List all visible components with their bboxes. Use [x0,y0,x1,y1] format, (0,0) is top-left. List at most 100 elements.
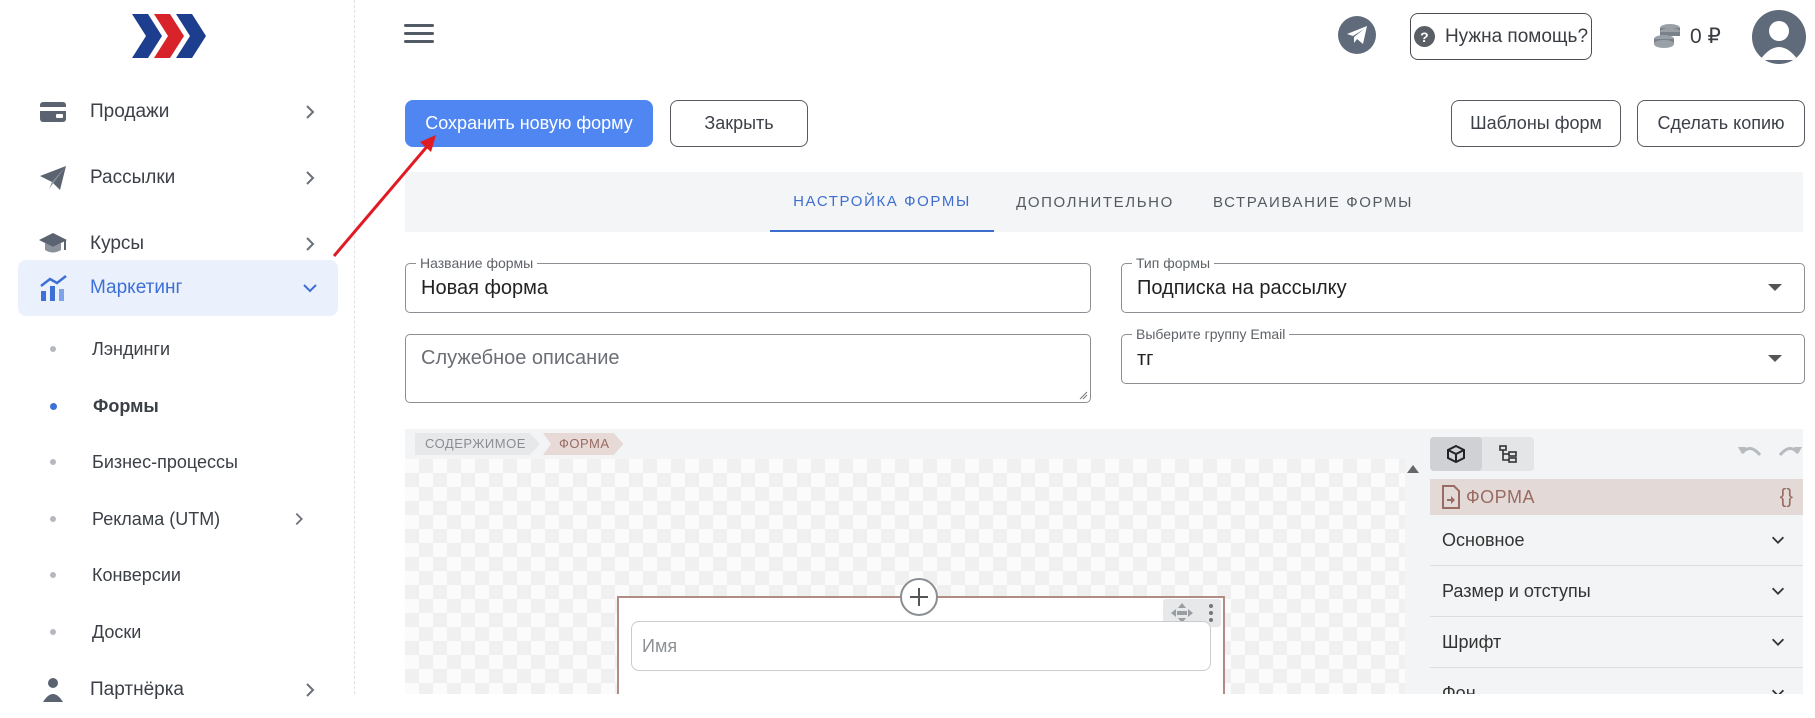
form-name-value: Новая форма [421,277,549,299]
users-icon [38,675,68,705]
chevron-down-icon [1771,587,1785,595]
sidebar-item-label: Рассылки [90,167,176,188]
sidebar-item-mailings[interactable]: Рассылки [18,150,338,206]
email-group-label: Выберите группу Email [1132,326,1290,342]
chevron-right-icon [306,105,315,119]
code-icon[interactable]: {} [1780,486,1793,509]
bullet-icon [50,516,56,522]
add-block-button[interactable] [900,578,938,616]
scroll-up-icon[interactable] [1407,465,1419,473]
dropdown-arrow-icon [1768,284,1782,291]
form-name-label: Название формы [416,255,538,271]
sidebar-subitem-label: Бизнес-процессы [92,451,238,472]
section-background[interactable]: Фон [1430,668,1803,694]
tab-layer-manager[interactable] [1482,437,1534,471]
bullet-icon [50,459,56,465]
section-basic[interactable]: Основное [1430,515,1803,566]
sidebar-item-marketing[interactable]: Маркетинг [18,260,338,316]
save-form-button[interactable]: Сохранить новую форму [405,100,653,147]
sidebar-item-label: Партнёрка [90,679,184,700]
tab-form-settings[interactable]: НАСТРОЙКА ФОРМЫ [770,172,994,232]
tab-embed-form[interactable]: ВСТРАИВАНИЕ ФОРМЫ [1205,172,1421,232]
sidebar-subitem-business-processes[interactable]: Бизнес-процессы [18,440,338,484]
form-editor: СОДЕРЖИМОЕ ФОРМА Имя ФОРМА {} Основное Р… [405,429,1803,694]
chevron-right-icon [306,237,315,251]
tab-bar: НАСТРОЙКА ФОРМЫ ДОПОЛНИТЕЛЬНО ВСТРАИВАНИ… [405,172,1803,232]
sidebar-subitem-label: Лэндинги [92,338,171,359]
close-button[interactable]: Закрыть [670,100,808,147]
section-size-spacing[interactable]: Размер и отступы [1430,566,1803,617]
sidebar-subitem-boards[interactable]: Доски [18,610,338,654]
sidebar-item-label: Курсы [90,233,145,254]
help-button-label: Нужна помощь? [1444,25,1589,47]
chevron-down-icon [1771,536,1785,544]
bullet-icon [50,346,56,352]
email-group-select[interactable]: Выберите группу Email тг [1121,326,1805,384]
user-avatar-icon [1760,21,1798,60]
section-label: Размер и отступы [1442,580,1591,601]
email-group-value: тг [1137,348,1154,370]
selected-component-header: ФОРМА {} [1430,479,1803,515]
layers-tree-icon [1499,445,1517,463]
paper-plane-icon [38,163,68,193]
more-vertical-icon[interactable] [1208,603,1214,623]
selected-component-name: ФОРМА [1466,486,1535,507]
help-button[interactable]: ? Нужна помощь? [1410,13,1592,60]
sidebar-item-partner[interactable]: Партнёрка [18,662,338,718]
form-type-value: Подписка на рассылку [1137,277,1347,299]
chevron-right-icon [306,683,315,697]
form-type-label: Тип формы [1132,255,1215,271]
form-templates-button[interactable]: Шаблоны форм [1451,100,1621,147]
chevron-down-icon [1771,689,1785,694]
sidebar-subitem-utm[interactable]: Реклама (UTM) [18,497,338,541]
section-label: Шрифт [1442,631,1502,652]
telegram-icon[interactable] [1338,16,1376,54]
undo-icon[interactable] [1737,441,1763,459]
redo-icon[interactable] [1777,441,1803,459]
breadcrumb-form[interactable]: ФОРМА [543,433,624,455]
form-document-icon [1442,485,1460,509]
chevron-right-icon [306,171,315,185]
name-input[interactable]: Имя [631,621,1211,671]
dropdown-arrow-icon [1768,355,1782,362]
name-input-placeholder: Имя [642,636,678,656]
balance[interactable]: 0 ₽ [1652,20,1721,52]
chevron-down-icon [303,284,317,293]
breadcrumb-content[interactable]: СОДЕРЖИМОЕ [415,433,540,455]
make-copy-button[interactable]: Сделать копию [1637,100,1805,147]
sidebar-item-label: Маркетинг [90,277,183,298]
coins-icon [1654,24,1680,48]
description-placeholder: Служебное описание [421,347,620,369]
resize-handle-icon[interactable] [1078,390,1088,400]
logo[interactable] [130,10,210,62]
form-type-select[interactable]: Тип формы Подписка на рассылку [1121,255,1805,313]
bullet-icon [50,629,56,635]
sidebar-subitem-label: Формы [93,395,159,416]
tab-style-manager[interactable] [1430,437,1482,471]
sidebar-subitem-landings[interactable]: Лэндинги [18,327,338,371]
sidebar-item-label: Продажи [90,101,170,122]
question-icon: ? [1413,26,1435,47]
sidebar-subitem-forms[interactable]: Формы [18,384,338,428]
sidebar-subitem-label: Доски [92,621,142,642]
menu-toggle-icon[interactable] [404,20,434,48]
panel-tabs [1430,437,1534,471]
chevron-right-icon [295,512,303,526]
sidebar-item-sales[interactable]: Продажи [18,84,338,140]
properties-panel: ФОРМА {} Основное Размер и отступы Шрифт… [1430,429,1803,694]
graduation-cap-icon [38,229,68,259]
tab-additional[interactable]: ДОПОЛНИТЕЛЬНО [1005,172,1185,232]
sidebar-subitem-label: Конверсии [92,564,181,585]
avatar[interactable] [1752,10,1806,64]
chart-icon [38,273,68,303]
section-font[interactable]: Шрифт [1430,617,1803,668]
form-name-field[interactable]: Название формы Новая форма [405,255,1091,313]
cube-icon [1447,445,1465,463]
history-controls [1737,441,1803,459]
sidebar-subitem-label: Реклама (UTM) [92,508,221,529]
section-label: Основное [1442,529,1525,550]
section-label: Фон [1442,682,1476,695]
sidebar: Продажи Рассылки Курсы Маркетинг Лэндинг… [0,0,355,702]
sidebar-subitem-conversions[interactable]: Конверсии [18,553,338,597]
description-textarea[interactable]: Служебное описание [405,334,1091,403]
